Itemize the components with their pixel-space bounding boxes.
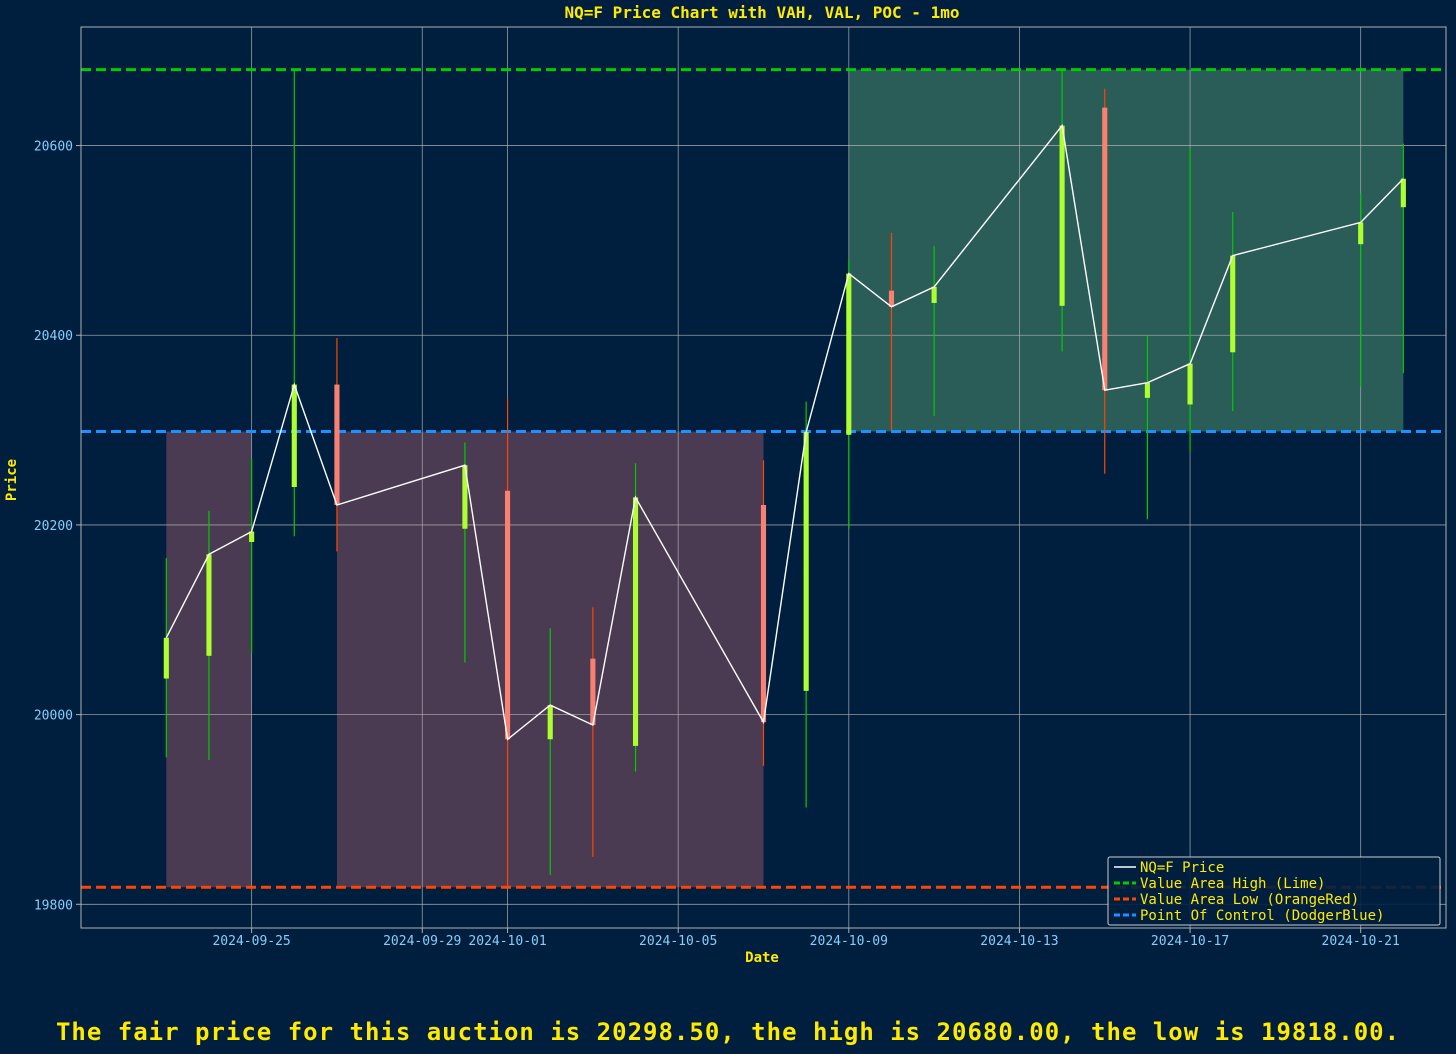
y-axis-label: Price xyxy=(4,459,20,501)
candle-body xyxy=(1059,125,1065,306)
candle-body xyxy=(1187,363,1193,405)
chart-title: NQ=F Price Chart with VAH, VAL, POC - 1m… xyxy=(565,3,960,22)
x-axis-label: Date xyxy=(745,950,779,966)
x-tick-label: 2024-10-17 xyxy=(1151,934,1229,949)
x-tick-label: 2024-10-01 xyxy=(468,934,546,949)
x-tick-label: 2024-10-21 xyxy=(1322,934,1400,949)
x-tick-label: 2024-09-25 xyxy=(212,934,290,949)
candle-body xyxy=(1102,107,1108,391)
candle-body xyxy=(760,505,767,723)
price-chart: NQ=F Price Chart with VAH, VAL, POC - 1m… xyxy=(4,3,1447,966)
legend-label: NQ=F Price xyxy=(1140,860,1224,876)
candle-body xyxy=(1144,382,1150,398)
legend-label: Point Of Control (DodgerBlue) xyxy=(1140,908,1384,924)
candle-body xyxy=(547,705,553,740)
footer-summary: The fair price for this auction is 20298… xyxy=(55,1018,1401,1046)
legend-label: Value Area Low (OrangeRed) xyxy=(1140,892,1359,908)
candle-body xyxy=(334,384,340,506)
legend: NQ=F PriceValue Area High (Lime)Value Ar… xyxy=(1107,856,1441,926)
candle-body xyxy=(291,384,297,487)
candle-body xyxy=(846,273,852,435)
y-tick-label: 20000 xyxy=(34,709,73,724)
y-tick-label: 20400 xyxy=(34,329,73,344)
value-area-region xyxy=(848,69,1404,432)
y-tick-label: 20600 xyxy=(34,140,73,155)
candle-body xyxy=(931,286,937,303)
candle-body xyxy=(505,490,511,740)
x-tick-label: 2024-10-05 xyxy=(639,934,717,949)
candle-body xyxy=(206,554,212,656)
candle-body xyxy=(1358,222,1364,245)
legend-label: Value Area High (Lime) xyxy=(1140,876,1325,892)
candle-body xyxy=(1230,255,1236,353)
y-tick-label: 19800 xyxy=(34,898,73,913)
x-tick-label: 2024-10-13 xyxy=(980,934,1058,949)
x-tick-label: 2024-10-09 xyxy=(810,934,888,949)
candle-body xyxy=(1400,178,1406,208)
candle-body xyxy=(163,637,169,679)
candle-body xyxy=(632,497,639,746)
candle-body xyxy=(803,431,809,691)
value-area-regions xyxy=(166,69,1404,888)
x-tick-label: 2024-09-29 xyxy=(383,934,461,949)
y-tick-label: 20200 xyxy=(34,519,73,534)
candle-body xyxy=(888,290,895,307)
